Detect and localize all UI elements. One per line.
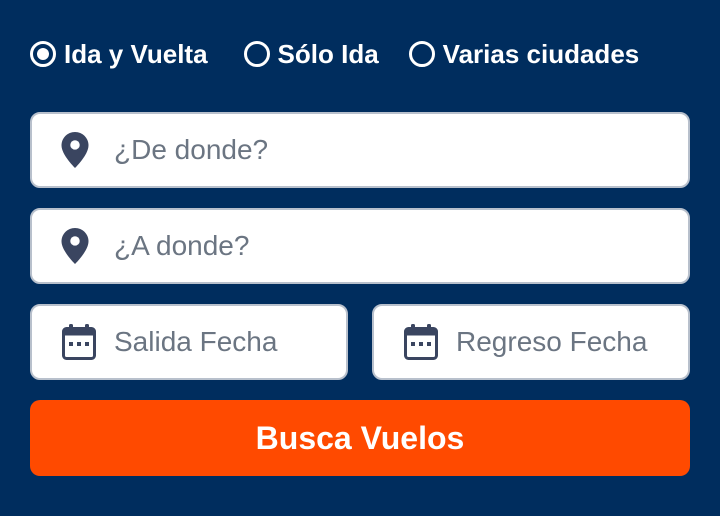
destination-field[interactable]: ¿A donde? (30, 208, 690, 284)
radio-round-trip-label: Ida y Vuelta (64, 38, 208, 69)
departure-date-placeholder: Salida Fecha (114, 326, 278, 357)
return-date-placeholder: Regreso Fecha (456, 326, 648, 357)
map-pin-icon (60, 228, 90, 264)
radio-multi-city-label: Varias ciudades (442, 38, 640, 69)
radio-one-way[interactable]: Sólo Ida (243, 38, 379, 70)
calendar-icon (404, 324, 438, 360)
destination-placeholder: ¿A donde? (114, 230, 250, 261)
radio-round-trip[interactable]: Ida y Vuelta (30, 39, 208, 70)
radio-multi-city[interactable]: Varias ciudades (408, 38, 640, 70)
origin-field[interactable]: ¿De donde? (30, 112, 690, 188)
map-pin-icon (60, 132, 90, 168)
origin-placeholder: ¿De donde? (114, 134, 269, 165)
trip-type-selector: Ida y Vuelta Sólo Ida Varias ciudades (30, 36, 690, 72)
departure-date-field[interactable]: Salida Fecha (30, 304, 348, 380)
radio-one-way-label: Sólo Ida (277, 38, 379, 69)
radio-unselected-icon[interactable] (408, 41, 435, 67)
radio-selected-icon[interactable] (30, 41, 56, 67)
search-flights-button[interactable]: Busca Vuelos (30, 400, 690, 476)
radio-unselected-icon[interactable] (243, 41, 270, 67)
calendar-icon (62, 324, 96, 360)
return-date-field[interactable]: Regreso Fecha (372, 304, 690, 380)
